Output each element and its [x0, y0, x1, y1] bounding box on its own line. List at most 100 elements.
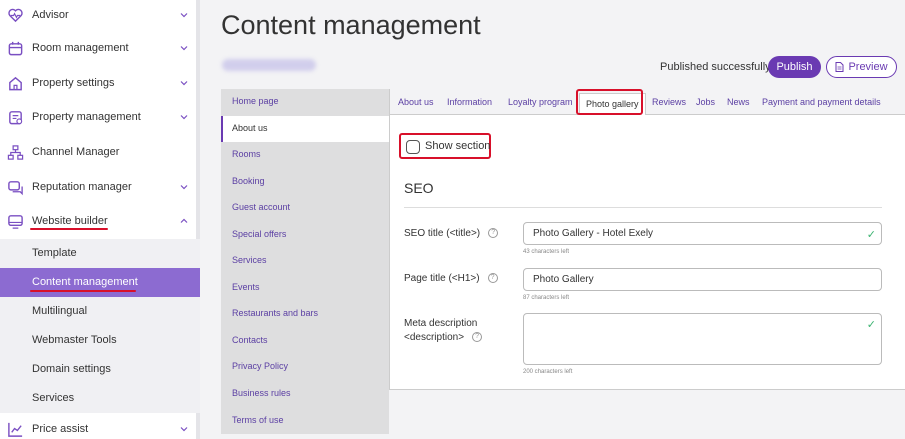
sidebar-item-label: Property management	[32, 111, 141, 123]
sidebar-item-advisor[interactable]: Advisor	[0, 0, 200, 30]
sidebar-item-label: Reputation manager	[32, 181, 132, 193]
sidebar-subitem-label: Template	[32, 247, 77, 259]
sidebar-item-channel-manager[interactable]: Channel Manager	[0, 137, 200, 167]
sidebar-item-website-builder[interactable]: Website builder	[0, 206, 200, 236]
page-item-label: Contacts	[232, 335, 268, 345]
chart-line-icon	[8, 422, 23, 437]
sitemap-icon	[7, 144, 24, 160]
help-icon[interactable]: ?	[488, 228, 499, 239]
sidebar-item-property-management[interactable]: Property management	[0, 102, 200, 132]
tab-information[interactable]: Information	[447, 97, 492, 107]
page-item-restaurants[interactable]: Restaurants and bars	[221, 301, 389, 327]
publish-status: Published successfully	[660, 61, 771, 73]
meta-description-label: Meta description <description>?	[404, 317, 483, 345]
chevron-down-icon[interactable]	[179, 424, 189, 434]
page-item-label: Events	[232, 282, 260, 292]
page-item-services[interactable]: Services	[221, 248, 389, 274]
sidebar-item-label: Advisor	[32, 9, 69, 21]
show-section-checkbox[interactable]	[406, 140, 420, 154]
chevron-down-icon[interactable]	[179, 78, 189, 88]
sidebar-subitem-domain-settings[interactable]: Domain settings	[0, 355, 200, 384]
help-icon[interactable]: ?	[487, 273, 498, 284]
help-icon[interactable]: ?	[472, 332, 483, 343]
sidebar-item-reputation-manager[interactable]: Reputation manager	[0, 172, 200, 202]
page-item-privacy-policy[interactable]: Privacy Policy	[221, 354, 389, 380]
page-item-home[interactable]: Home page	[221, 89, 389, 115]
chevron-down-icon[interactable]	[179, 112, 189, 122]
seo-title-label: SEO title (<title>)?	[404, 227, 499, 241]
sidebar-subitem-label: Multilingual	[32, 305, 88, 317]
sidebar-item-label: Property settings	[32, 77, 115, 89]
page-item-label: Privacy Policy	[232, 361, 289, 371]
tab-loyalty-program[interactable]: Loyalty program	[508, 97, 573, 107]
chevron-up-icon[interactable]	[179, 216, 189, 226]
sidebar-subitem-content-management[interactable]: Content management	[0, 268, 200, 297]
seo-title-value: Photo Gallery - Hotel Exely	[533, 228, 654, 239]
page-item-about-us[interactable]: About us	[221, 116, 389, 142]
sidebar: Advisor Room management Property setting…	[0, 0, 200, 439]
preview-button[interactable]: Preview	[826, 56, 897, 78]
tab-payment[interactable]: Payment and payment details	[762, 97, 881, 107]
page-item-label: Booking	[232, 176, 265, 186]
sidebar-item-label: Room management	[32, 42, 129, 54]
tab-jobs[interactable]: Jobs	[696, 97, 715, 107]
meta-description-hint: 200 characters left	[523, 369, 573, 375]
tab-news[interactable]: News	[727, 97, 750, 107]
tab-reviews[interactable]: Reviews	[652, 97, 686, 107]
sidebar-subitem-label: Domain settings	[32, 363, 111, 375]
document-icon	[835, 62, 844, 72]
meta-description-textarea[interactable]: ✓	[523, 313, 882, 365]
highlight-underline	[30, 228, 108, 230]
page-item-booking[interactable]: Booking	[221, 169, 389, 195]
page-item-label: Services	[232, 255, 267, 265]
preview-label: Preview	[848, 61, 888, 73]
site-link-blurred[interactable]	[222, 59, 316, 71]
page-item-label: Business rules	[232, 388, 291, 398]
heart-pulse-icon	[8, 8, 23, 22]
page-item-label: Restaurants and bars	[232, 308, 319, 318]
page-title-hint: 87 characters left	[523, 295, 570, 301]
page-item-label: Home page	[232, 96, 279, 106]
page-item-terms-of-use[interactable]: Terms of use	[221, 408, 389, 434]
seo-title-input[interactable]: Photo Gallery - Hotel Exely ✓	[523, 222, 882, 245]
page-title-input[interactable]: Photo Gallery	[523, 268, 882, 291]
highlight-box	[576, 89, 643, 115]
page-item-label: Special offers	[232, 229, 287, 239]
highlight-underline	[30, 290, 136, 292]
page-item-label: Guest account	[232, 202, 291, 212]
page-item-label: About us	[232, 123, 268, 133]
sidebar-subitem-label: Content management	[32, 276, 138, 288]
seo-heading: SEO	[404, 180, 434, 196]
page-item-label: Rooms	[232, 149, 261, 159]
sidebar-subitem-label: Services	[32, 392, 75, 404]
checkmark-icon: ✓	[866, 319, 876, 331]
clipboard-icon	[9, 110, 23, 124]
sidebar-item-property-settings[interactable]: Property settings	[0, 68, 200, 98]
checkmark-icon: ✓	[866, 229, 876, 241]
divider	[404, 207, 882, 208]
sidebar-subitem-multilingual[interactable]: Multilingual	[0, 297, 200, 326]
page-item-guest-account[interactable]: Guest account	[221, 195, 389, 221]
page-title-label-text: Page title (<H1>)	[404, 273, 480, 284]
page-item-special-offers[interactable]: Special offers	[221, 222, 389, 248]
publish-button[interactable]: Publish	[768, 56, 821, 78]
page-item-rooms[interactable]: Rooms	[221, 142, 389, 168]
page-title-value: Photo Gallery	[533, 274, 594, 285]
page-item-events[interactable]: Events	[221, 275, 389, 301]
page-item-business-rules[interactable]: Business rules	[221, 381, 389, 407]
sidebar-subitem-label: Webmaster Tools	[32, 334, 117, 346]
sidebar-subitem-template[interactable]: Template	[0, 239, 200, 268]
seo-title-label-text: SEO title (<title>)	[404, 228, 481, 239]
chevron-down-icon[interactable]	[179, 182, 189, 192]
sidebar-subitem-webmaster-tools[interactable]: Webmaster Tools	[0, 326, 200, 355]
tab-about-us[interactable]: About us	[398, 97, 434, 107]
sidebar-subitem-services[interactable]: Services	[0, 384, 200, 413]
sidebar-item-price-assist[interactable]: Price assist	[0, 414, 200, 439]
chat-icon	[8, 180, 23, 195]
chevron-down-icon[interactable]	[179, 43, 189, 53]
sidebar-item-room-management[interactable]: Room management	[0, 33, 200, 63]
seo-title-hint: 43 characters left	[523, 249, 570, 255]
home-icon	[9, 76, 22, 90]
page-item-contacts[interactable]: Contacts	[221, 328, 389, 354]
chevron-down-icon[interactable]	[179, 10, 189, 20]
